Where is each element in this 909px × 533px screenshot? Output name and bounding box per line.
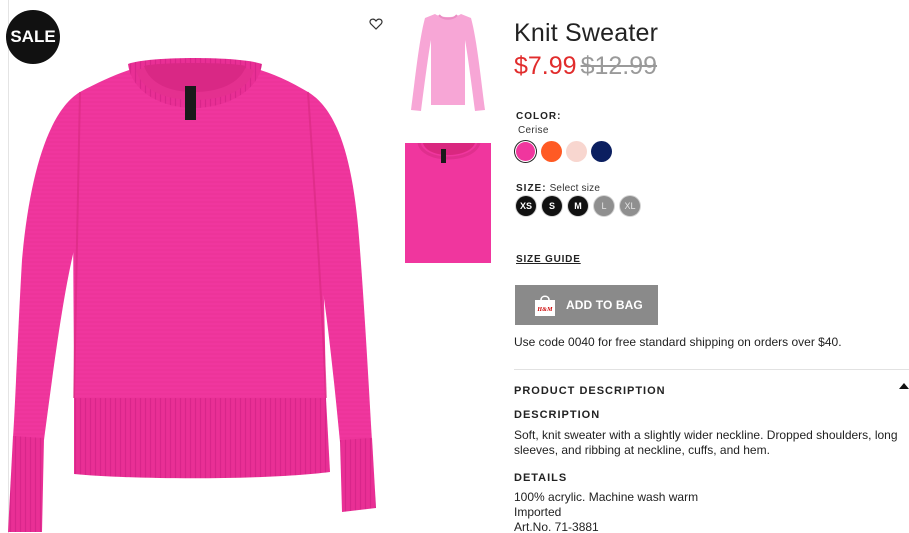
description-text: Soft, knit sweater with a slightly wider…: [514, 428, 898, 457]
details-item: 100% acrylic. Machine wash warm: [514, 490, 699, 504]
price-block: $7.99 $12.99: [514, 52, 657, 81]
original-price: $12.99: [580, 52, 658, 80]
product-description-toggle[interactable]: PRODUCT DESCRIPTION: [514, 381, 909, 399]
size-row: SIZE: Select size: [516, 178, 600, 196]
details-item: Art.No. 71-3881: [514, 520, 599, 533]
size-xs-button[interactable]: XS: [516, 196, 536, 216]
add-to-bag-button[interactable]: H&M ADD TO BAG: [515, 285, 658, 325]
size-s-button[interactable]: S: [542, 196, 562, 216]
heart-icon[interactable]: [369, 17, 383, 31]
color-swatches: [515, 141, 612, 162]
swatch-cerise[interactable]: [516, 142, 535, 161]
shopping-bag-icon: H&M: [534, 293, 556, 317]
swatch-light-pink[interactable]: [566, 141, 587, 162]
sale-badge: SALE: [6, 10, 60, 64]
size-label: SIZE:: [516, 183, 547, 194]
sweater-illustration: [8, 58, 376, 532]
sweater-model-thumbnail: [405, 10, 491, 115]
size-l-button[interactable]: L: [594, 196, 614, 216]
swatch-navy[interactable]: [591, 141, 612, 162]
size-guide-link[interactable]: SIZE GUIDE: [516, 254, 581, 265]
product-title: Knit Sweater: [514, 19, 659, 47]
thumbnail-model[interactable]: [405, 10, 491, 115]
caret-up-icon[interactable]: [899, 383, 909, 389]
sale-price: $7.99: [514, 52, 577, 80]
add-to-bag-label: ADD TO BAG: [566, 298, 643, 312]
bag-logo: H&M: [536, 307, 553, 313]
details-list: 100% acrylic. Machine wash warm Imported…: [514, 490, 698, 533]
product-main-image[interactable]: SALE: [6, 0, 390, 533]
size-m-button[interactable]: M: [568, 196, 588, 216]
selected-color-name: Cerise: [518, 125, 549, 136]
size-options: XS S M L XL: [516, 196, 640, 216]
details-item: Imported: [514, 505, 562, 519]
section-divider: [514, 369, 909, 370]
details-heading: DETAILS: [514, 472, 568, 484]
color-label: COLOR:: [516, 111, 562, 122]
thumbnail-detail[interactable]: [405, 142, 491, 263]
promo-text: Use code 0040 for free standard shipping…: [514, 335, 842, 349]
size-hint: Select size: [549, 183, 601, 194]
swatch-orange[interactable]: [541, 141, 562, 162]
description-heading: DESCRIPTION: [514, 409, 601, 421]
sweater-detail-thumbnail: [405, 142, 491, 263]
size-xl-button[interactable]: XL: [620, 196, 640, 216]
product-description-header: PRODUCT DESCRIPTION: [514, 385, 666, 397]
